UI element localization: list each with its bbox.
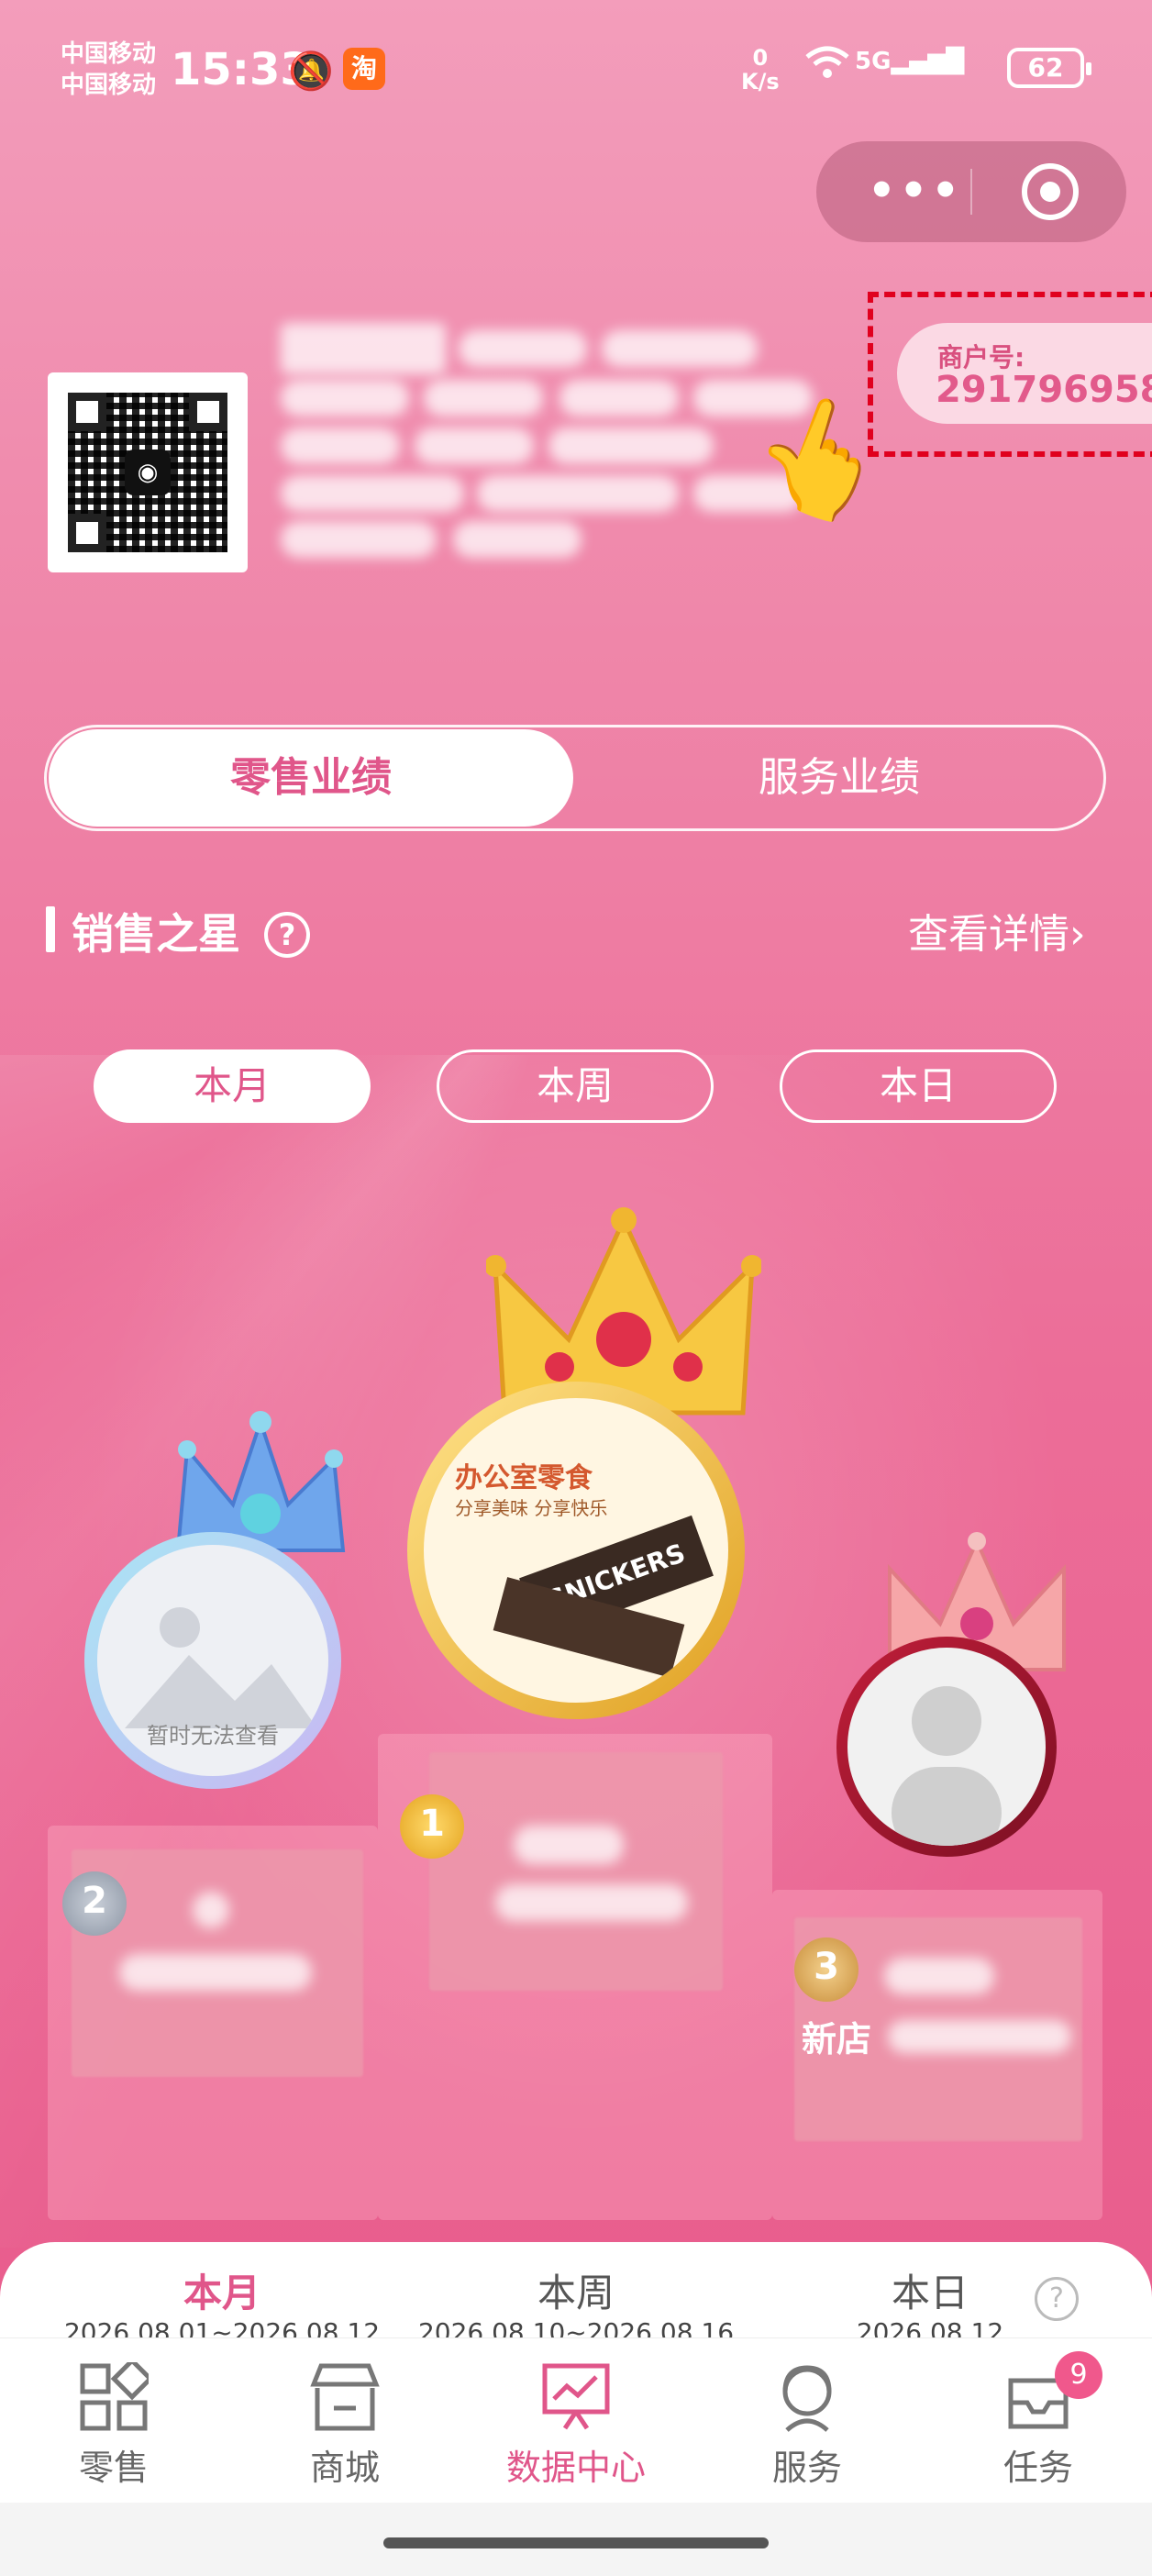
summary-help-icon[interactable]: ? bbox=[1035, 2277, 1079, 2321]
placeholder-image-icon: 暂时无法查看 bbox=[97, 1545, 328, 1776]
carrier-info: 中国移动 中国移动 bbox=[61, 39, 156, 101]
merchant-id-number: 291796958 bbox=[936, 369, 1152, 411]
net-speed: 0 K/s bbox=[741, 46, 780, 94]
wechat-logo-icon: ◉ bbox=[125, 450, 171, 495]
section-title: 销售之星 bbox=[72, 909, 240, 959]
system-home-bar bbox=[0, 2503, 1152, 2576]
close-target-icon[interactable] bbox=[1022, 163, 1079, 220]
nav-tasks-label: 任务 bbox=[1002, 2448, 1073, 2488]
default-user-avatar-icon bbox=[847, 1648, 1046, 1846]
third-place-avatar[interactable] bbox=[836, 1637, 1057, 1857]
new-shop-tag: 新店 bbox=[802, 2019, 872, 2060]
net-speed-value: 0 bbox=[752, 45, 769, 71]
rank-1-medal-icon: 1 bbox=[400, 1794, 464, 1859]
qr-finder-tr bbox=[189, 393, 227, 431]
battery-icon: 62 bbox=[1007, 48, 1091, 88]
second-place-avatar[interactable]: 暂时无法查看 bbox=[84, 1532, 341, 1789]
wifi-icon bbox=[803, 44, 851, 89]
status-bar: 中国移动 中国移动 15:33 🔕 淘 0 K/s 5G▂▄▆█ 62 bbox=[61, 28, 1152, 128]
carrier-2: 中国移动 bbox=[61, 72, 157, 99]
qr-finder-bl bbox=[68, 514, 106, 552]
summary-week-tab[interactable]: 本周 bbox=[438, 2262, 714, 2318]
store-icon bbox=[253, 2360, 437, 2434]
nav-data-center[interactable]: 数据中心 bbox=[484, 2360, 668, 2490]
rank-3-medal-icon: 3 bbox=[794, 1938, 858, 2002]
customer-service-icon bbox=[715, 2360, 899, 2434]
summary-month-tab[interactable]: 本月 bbox=[84, 2262, 360, 2318]
nav-tasks[interactable]: 9 任务 bbox=[947, 2351, 1130, 2490]
help-icon[interactable]: ? bbox=[264, 912, 310, 958]
tab-retail-performance[interactable]: 零售业绩 bbox=[49, 729, 573, 827]
tasks-count-badge: 9 bbox=[1055, 2351, 1102, 2399]
avatar-unavailable-text: 暂时无法查看 bbox=[147, 1723, 279, 1749]
taobao-app-icon: 淘 bbox=[343, 48, 385, 90]
nav-service-label: 服务 bbox=[771, 2448, 842, 2488]
chevron-right-icon: › bbox=[1069, 911, 1086, 958]
period-day-button[interactable]: 本日 bbox=[780, 1049, 1057, 1123]
section-accent-bar bbox=[46, 906, 55, 952]
signal-1-label: 5G bbox=[855, 48, 892, 75]
carrier-1: 中国移动 bbox=[61, 40, 157, 68]
bottom-nav: 零售 商城 数据中心 服务 9 任务 bbox=[0, 2337, 1152, 2503]
merchant-id-badge[interactable]: 商户号: 291796958 bbox=[897, 323, 1152, 424]
more-icon[interactable]: ••• bbox=[868, 165, 963, 217]
first-place-avatar[interactable]: 办公室零食 分享美味 分享快乐 SNICKERS bbox=[407, 1382, 745, 1719]
avatar-caption-1: 办公室零食 bbox=[455, 1462, 593, 1494]
tab-service-performance[interactable]: 服务业绩 bbox=[575, 729, 1103, 827]
miniprogram-capsule: ••• bbox=[816, 141, 1126, 242]
mute-bell-icon: 🔕 bbox=[288, 50, 334, 93]
product-image: 办公室零食 分享美味 分享快乐 SNICKERS bbox=[424, 1398, 728, 1703]
qr-pattern: ◉ bbox=[68, 393, 227, 552]
rank-2-medal-icon: 2 bbox=[62, 1871, 127, 1936]
summary-day-tab[interactable]: 本日 bbox=[792, 2262, 1068, 2318]
performance-tabs: 零售业绩 服务业绩 bbox=[44, 725, 1106, 831]
nav-retail-label: 零售 bbox=[78, 2448, 149, 2488]
first-place-card[interactable] bbox=[429, 1752, 723, 1991]
inbox-icon: 9 bbox=[947, 2351, 1130, 2434]
view-details-link[interactable]: 查看详情› bbox=[908, 901, 1086, 960]
nav-data-center-label: 数据中心 bbox=[505, 2448, 646, 2488]
signal-icon-1: 5G▂▄▆█ bbox=[855, 48, 965, 75]
qr-code[interactable]: ◉ bbox=[48, 372, 248, 572]
qr-finder-tl bbox=[68, 393, 106, 431]
grid-icon bbox=[22, 2360, 205, 2434]
nav-mall-label: 商城 bbox=[309, 2448, 380, 2488]
nav-retail[interactable]: 零售 bbox=[22, 2360, 205, 2490]
nav-service[interactable]: 服务 bbox=[715, 2360, 899, 2490]
home-indicator[interactable] bbox=[383, 2537, 769, 2548]
period-week-button[interactable]: 本周 bbox=[437, 1049, 714, 1123]
net-speed-unit: K/s bbox=[741, 69, 780, 94]
nav-mall[interactable]: 商城 bbox=[253, 2360, 437, 2490]
chart-board-icon bbox=[484, 2360, 668, 2434]
avatar-caption-2: 分享美味 分享快乐 bbox=[455, 1497, 608, 1519]
view-details-label: 查看详情 bbox=[908, 911, 1069, 958]
capsule-divider bbox=[970, 169, 972, 215]
period-month-button[interactable]: 本月 bbox=[94, 1049, 371, 1123]
